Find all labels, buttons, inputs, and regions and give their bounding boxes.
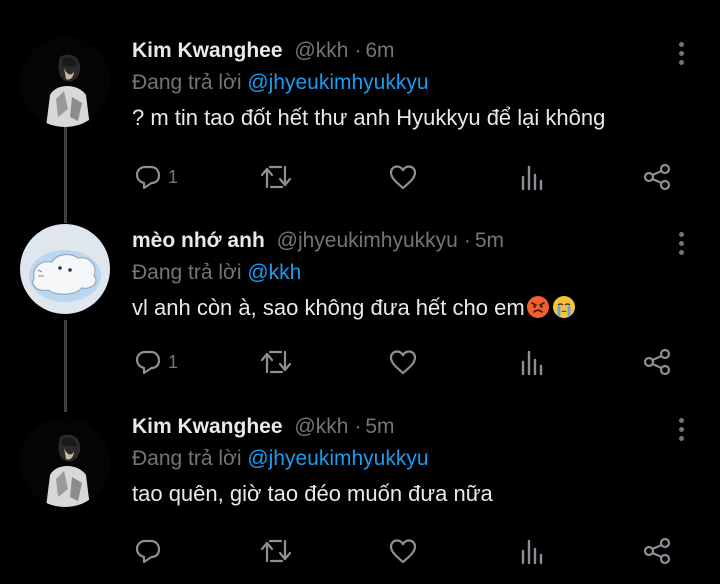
- analytics-icon: [521, 165, 543, 191]
- tweet-text-container: vl anh còn à, sao không đưa hết cho em: [132, 294, 700, 322]
- tweet[interactable]: Kim Kwanghee @kkh · 5m Đang trả lời @jhyeu…: [0, 380, 720, 584]
- more-icon[interactable]: [676, 418, 686, 445]
- analytics-icon: [521, 350, 543, 376]
- timestamp[interactable]: 5m: [475, 229, 504, 252]
- more-icon[interactable]: [676, 42, 686, 69]
- analytics-button[interactable]: [518, 160, 544, 194]
- share-button[interactable]: [642, 534, 672, 568]
- separator-dot: ·: [463, 229, 471, 252]
- handle[interactable]: @kkh: [294, 39, 348, 62]
- tweet-actions: 1: [132, 160, 692, 194]
- retweet-icon: [260, 165, 292, 189]
- tweet-actions: 1: [132, 345, 692, 379]
- analytics-button[interactable]: [518, 345, 544, 379]
- tweet[interactable]: Kim Kwanghee @kkh · 6m Đang trả lời @jhyeu…: [0, 0, 720, 191]
- separator-dot: ·: [354, 39, 362, 62]
- analytics-button[interactable]: [518, 534, 544, 568]
- retweet-icon: [260, 539, 292, 563]
- reply-mention-link[interactable]: @jhyeukimhyukkyu: [247, 447, 428, 470]
- share-button[interactable]: [642, 345, 672, 379]
- like-icon: [389, 350, 417, 375]
- like-button[interactable]: [388, 160, 418, 194]
- tweet-text: vl anh còn à, sao không đưa hết cho em: [132, 295, 525, 320]
- display-name[interactable]: mèo nhớ anh: [132, 229, 265, 252]
- replying-to: Đang trả lời @kkh: [132, 260, 700, 286]
- crying-face-icon: [552, 296, 575, 318]
- share-button[interactable]: [642, 160, 672, 194]
- replying-to-label: Đang trả lời: [132, 71, 242, 94]
- reply-mention-link[interactable]: @kkh: [247, 261, 301, 284]
- tweet-actions: [132, 534, 692, 568]
- display-name[interactable]: Kim Kwanghee: [132, 39, 283, 62]
- replying-to-label: Đang trả lời: [132, 447, 242, 470]
- angry-face-icon: [526, 296, 549, 318]
- tweet[interactable]: mèo nhớ anh @jhyeukimhyukkyu · 5m Đang trả…: [0, 190, 720, 380]
- reply-count: 1: [168, 351, 179, 372]
- replying-to: Đang trả lời @jhyeukimhyukkyu: [132, 446, 700, 472]
- retweet-icon: [260, 350, 292, 374]
- separator-dot: ·: [354, 415, 362, 438]
- reply-button[interactable]: [134, 534, 168, 568]
- reply-icon: [135, 539, 161, 564]
- share-icon: [643, 537, 671, 565]
- reply-button[interactable]: 1: [134, 160, 178, 194]
- reply-button[interactable]: 1: [134, 345, 178, 379]
- like-icon: [389, 539, 417, 564]
- reply-icon: [135, 350, 161, 375]
- like-button[interactable]: [388, 534, 418, 568]
- display-name[interactable]: Kim Kwanghee: [132, 415, 283, 438]
- timestamp[interactable]: 6m: [365, 39, 394, 62]
- replying-to-label: Đang trả lời: [132, 261, 242, 284]
- handle[interactable]: @jhyeukimhyukkyu: [277, 229, 458, 252]
- retweet-button[interactable]: [260, 345, 292, 379]
- tweet-text: tao quên, giờ tao đéo muốn đưa nữa: [132, 481, 493, 506]
- share-icon: [643, 163, 671, 191]
- retweet-button[interactable]: [260, 534, 292, 568]
- share-icon: [643, 348, 671, 376]
- analytics-icon: [521, 539, 543, 565]
- handle[interactable]: @kkh: [294, 415, 348, 438]
- like-button[interactable]: [388, 345, 418, 379]
- tweet-text: ? m tin tao đốt hết thư anh Hyukkyu để l…: [132, 105, 606, 130]
- more-icon[interactable]: [676, 232, 686, 259]
- reply-mention-link[interactable]: @jhyeukimhyukkyu: [247, 71, 428, 94]
- avatar[interactable]: [20, 417, 110, 507]
- avatar[interactable]: [20, 37, 110, 127]
- avatar[interactable]: [20, 224, 110, 314]
- replying-to: Đang trả lời @jhyeukimhyukkyu: [132, 70, 700, 96]
- reply-count: 1: [168, 166, 179, 187]
- timestamp[interactable]: 5m: [365, 415, 394, 438]
- like-icon: [389, 165, 417, 190]
- reply-icon: [135, 165, 161, 190]
- retweet-button[interactable]: [260, 160, 292, 194]
